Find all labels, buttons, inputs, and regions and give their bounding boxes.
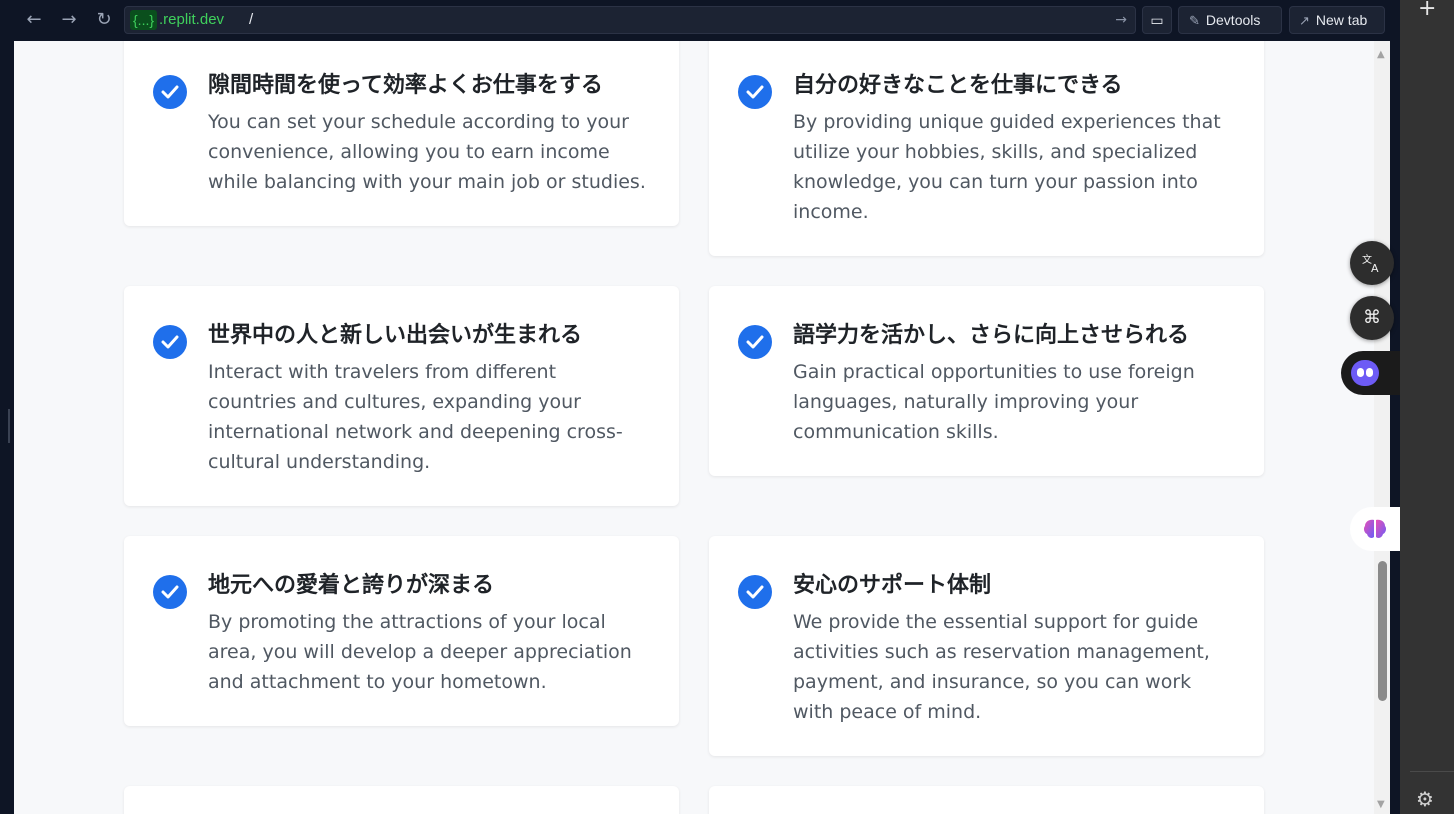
card-title: 安心のサポート体制 bbox=[793, 573, 992, 598]
card-description: By providing unique guided experiences t… bbox=[793, 111, 1221, 223]
card-description: By promoting the attractions of your loc… bbox=[208, 611, 632, 693]
devtools-label: Devtools bbox=[1205, 12, 1261, 28]
screen-icon[interactable]: ▭ bbox=[1142, 6, 1172, 34]
plus-icon[interactable]: + bbox=[1418, 0, 1436, 21]
resize-handle[interactable] bbox=[8, 409, 10, 443]
svg-text:A: A bbox=[1371, 262, 1379, 274]
check-icon bbox=[738, 575, 772, 609]
scroll-up-icon[interactable]: ▲ bbox=[1377, 49, 1385, 60]
feature-card: 地元への愛着と誇りが深まる By promoting the attractio… bbox=[124, 536, 679, 726]
card-title: 語学力を活かし、さらに向上させられる bbox=[793, 323, 1190, 348]
feature-card: 安心のサポート体制 We provide the essential suppo… bbox=[709, 536, 1264, 756]
assistant-button[interactable] bbox=[1341, 351, 1400, 395]
url-tag: {...} bbox=[130, 10, 158, 30]
feature-card: 世界中の人と新しい出会いが生まれる Interact with traveler… bbox=[124, 286, 679, 506]
card-title: 地元への愛着と誇りが深まる bbox=[208, 573, 495, 598]
wrench-icon: ✎ bbox=[1189, 13, 1200, 28]
brain-button[interactable] bbox=[1350, 507, 1400, 551]
url-path[interactable]: / bbox=[249, 10, 253, 30]
feature-card bbox=[709, 786, 1264, 814]
devtools-button[interactable]: ✎ Devtools bbox=[1178, 6, 1282, 34]
card-description: You can set your schedule according to y… bbox=[208, 111, 646, 193]
url-domain: .replit.dev bbox=[159, 11, 225, 28]
panel-divider bbox=[1410, 771, 1454, 772]
reload-icon[interactable]: ↻ bbox=[92, 8, 116, 32]
browser-toolbar: ← → ↻ {...} .replit.dev / → ▭ ✎ Devtools … bbox=[0, 0, 1400, 41]
card-description: We provide the essential support for gui… bbox=[793, 611, 1210, 723]
assistant-icon bbox=[1351, 360, 1379, 386]
card-title: 隙間時間を使って効率よくお仕事をする bbox=[208, 73, 603, 98]
scroll-thumb[interactable] bbox=[1378, 561, 1387, 701]
card-description: Gain practical opportunities to use fore… bbox=[793, 361, 1195, 443]
go-arrow-icon[interactable]: → bbox=[1115, 10, 1127, 30]
card-title: 自分の好きなことを仕事にできる bbox=[793, 73, 1123, 98]
feature-card: 隙間時間を使って効率よくお仕事をする You can set your sche… bbox=[124, 41, 679, 226]
feature-card: 自分の好きなことを仕事にできる By providing unique guid… bbox=[709, 41, 1264, 256]
back-icon[interactable]: ← bbox=[22, 8, 46, 32]
page-viewport: 隙間時間を使って効率よくお仕事をする You can set your sche… bbox=[14, 41, 1390, 814]
check-icon bbox=[153, 575, 187, 609]
address-bar[interactable]: {...} .replit.dev / → bbox=[124, 6, 1136, 34]
check-icon bbox=[738, 75, 772, 109]
page-scrollbar[interactable]: ▲ ▼ bbox=[1374, 41, 1390, 814]
side-panel bbox=[1400, 0, 1454, 814]
external-link-icon: ↗ bbox=[1299, 13, 1310, 28]
new-tab-label: New tab bbox=[1315, 12, 1368, 28]
check-icon bbox=[153, 325, 187, 359]
check-icon bbox=[153, 75, 187, 109]
left-panel-edge bbox=[0, 41, 14, 814]
card-title: 世界中の人と新しい出会いが生まれる bbox=[208, 323, 583, 348]
scroll-down-icon[interactable]: ▼ bbox=[1377, 799, 1385, 810]
new-tab-button[interactable]: ↗ New tab bbox=[1289, 6, 1385, 34]
apps-icon[interactable]: ⌘ bbox=[1350, 296, 1394, 340]
forward-icon[interactable]: → bbox=[57, 8, 81, 32]
brain-icon bbox=[1363, 519, 1387, 538]
check-icon bbox=[738, 325, 772, 359]
card-description: Interact with travelers from different c… bbox=[208, 361, 623, 473]
feature-card bbox=[124, 786, 679, 814]
translate-icon[interactable]: 文 A bbox=[1350, 241, 1394, 285]
feature-card: 語学力を活かし、さらに向上させられる Gain practical opport… bbox=[709, 286, 1264, 476]
settings-icon[interactable]: ⚙ bbox=[1416, 787, 1434, 811]
